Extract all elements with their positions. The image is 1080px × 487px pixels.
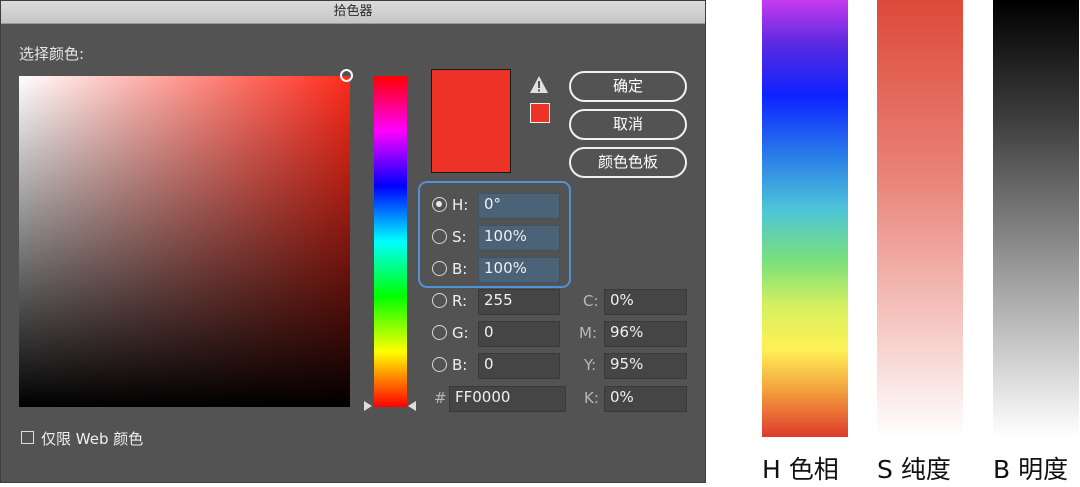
select-color-prompt: 选择颜色:: [19, 45, 85, 63]
green-row: G: 0: [432, 321, 562, 347]
saturation-row: S: 100%: [432, 225, 562, 251]
saturation-bar-caption: S 纯度: [877, 455, 951, 484]
blue-radio[interactable]: [432, 357, 447, 372]
green-radio[interactable]: [432, 325, 447, 340]
black-input[interactable]: 0%: [604, 386, 687, 412]
brightness-bar-caption: B 明度: [993, 455, 1069, 484]
saturation-label: S:: [452, 228, 467, 246]
slider-handle-right[interactable]: [408, 401, 416, 411]
hue-radio[interactable]: [432, 197, 447, 212]
green-input[interactable]: 0: [478, 321, 560, 347]
ok-button[interactable]: 确定: [569, 71, 687, 102]
blue-row: B: 0: [432, 353, 562, 379]
color-swatches-button[interactable]: 颜色色板: [569, 147, 687, 178]
yellow-input[interactable]: 95%: [604, 353, 687, 379]
cyan-input[interactable]: 0%: [604, 289, 687, 315]
hex-row: # FF0000: [432, 386, 567, 412]
red-row: R: 255: [432, 289, 562, 315]
magenta-label: M:: [579, 324, 597, 342]
red-input[interactable]: 255: [478, 289, 560, 315]
cyan-label: C:: [583, 292, 599, 310]
web-colors-only-label: 仅限 Web 颜色: [41, 430, 144, 448]
hex-label: #: [434, 389, 447, 407]
web-safe-swatch[interactable]: [530, 103, 550, 123]
saturation-radio[interactable]: [432, 229, 447, 244]
brightness-label: B:: [452, 260, 468, 278]
hue-gradient-bar: [762, 0, 848, 437]
yellow-label: Y:: [584, 356, 597, 374]
red-label: R:: [452, 292, 468, 310]
color-picker-dialog: 拾色器 选择颜色: 确定 取消 颜色色板 H: 0° S: 100% B: 10…: [0, 0, 706, 483]
blue-label: B:: [452, 356, 468, 374]
hue-label: H:: [452, 196, 469, 214]
current-color-swatch: [431, 69, 511, 173]
brightness-input[interactable]: 100%: [478, 257, 560, 283]
color-field-marker[interactable]: [340, 69, 353, 82]
blue-input[interactable]: 0: [478, 353, 560, 379]
hue-row: H: 0°: [432, 193, 562, 219]
color-field[interactable]: [19, 76, 350, 407]
slider-handle-left[interactable]: [364, 401, 372, 411]
cancel-button[interactable]: 取消: [569, 109, 687, 140]
red-radio[interactable]: [432, 293, 447, 308]
green-label: G:: [452, 324, 469, 342]
black-row: K: 0%: [584, 386, 688, 412]
hue-slider[interactable]: [374, 76, 407, 407]
saturation-input[interactable]: 100%: [478, 225, 560, 251]
hue-input[interactable]: 0°: [478, 193, 560, 219]
saturation-gradient-bar: [877, 0, 963, 437]
dialog-title: 拾色器: [1, 1, 705, 24]
magenta-input[interactable]: 96%: [604, 321, 687, 347]
hex-input[interactable]: FF0000: [449, 386, 566, 412]
brightness-gradient-bar: [993, 0, 1079, 437]
black-label: K:: [584, 389, 599, 407]
warning-icon[interactable]: [529, 75, 549, 95]
web-colors-only-checkbox[interactable]: [21, 431, 34, 444]
magenta-row: M: 96%: [579, 321, 688, 347]
brightness-radio[interactable]: [432, 261, 447, 276]
yellow-row: Y: 95%: [584, 353, 688, 379]
brightness-row: B: 100%: [432, 257, 562, 283]
hue-bar-caption: H 色相: [762, 455, 839, 484]
cyan-row: C: 0%: [583, 289, 688, 315]
